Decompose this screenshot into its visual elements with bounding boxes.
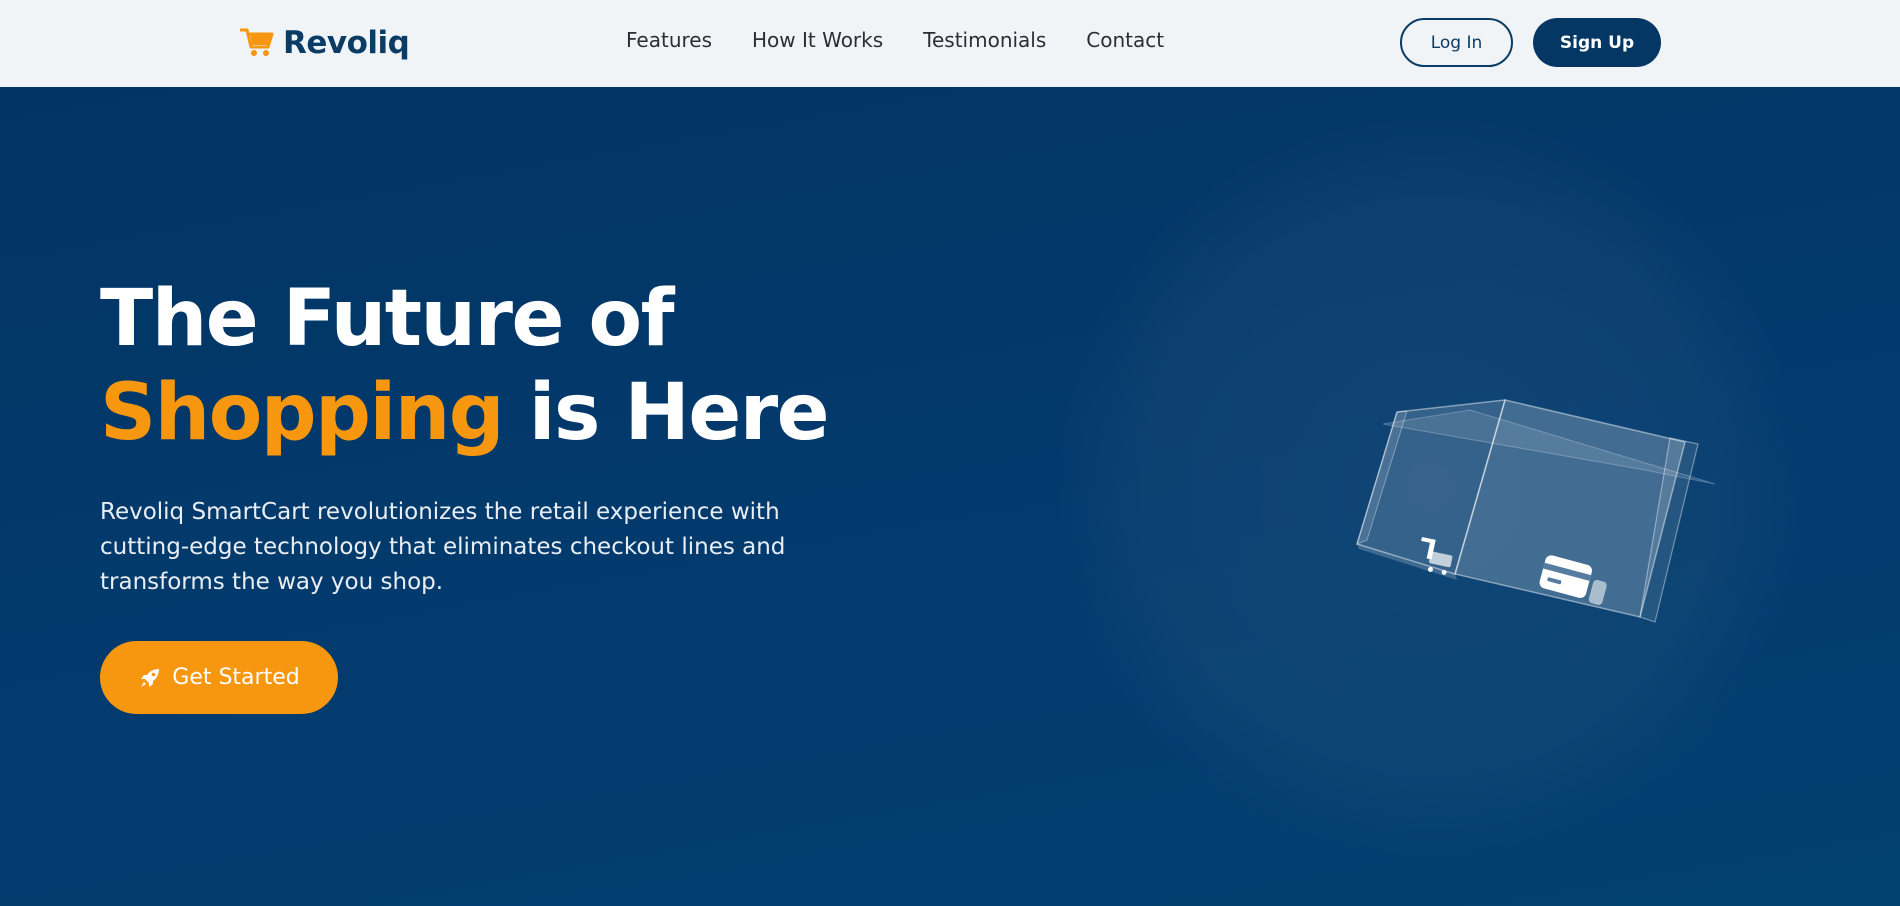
smartcart-box-illustration (1356, 399, 1716, 623)
main-nav: Features How It Works Testimonials Conta… (626, 28, 1164, 52)
login-button[interactable]: Log In (1400, 18, 1513, 67)
nav-link-how-it-works[interactable]: How It Works (752, 28, 883, 52)
hero-title-accent: Shopping (100, 368, 505, 458)
get-started-button[interactable]: Get Started (100, 641, 338, 714)
navbar: Revoliq Features How It Works Testimonia… (0, 0, 1900, 87)
rocket-icon (141, 668, 160, 687)
hero-title-line1: The Future of (100, 274, 675, 364)
signup-button[interactable]: Sign Up (1533, 18, 1661, 67)
hero-section: The Future of Shopping is Here Revoliq Sm… (0, 87, 1900, 906)
brand-logo[interactable]: Revoliq (240, 22, 410, 64)
shopping-cart-icon (240, 28, 274, 56)
hero-description: Revoliq SmartCart revolutionizes the ret… (100, 499, 786, 595)
nav-link-features[interactable]: Features (626, 28, 712, 52)
hero-title-rest: is Here (503, 368, 830, 458)
hero-title: The Future of Shopping is Here (100, 272, 830, 460)
brand-name: Revoliq (283, 25, 410, 61)
get-started-label: Get Started (172, 665, 300, 690)
nav-link-contact[interactable]: Contact (1086, 28, 1164, 52)
nav-link-testimonials[interactable]: Testimonials (923, 28, 1046, 52)
